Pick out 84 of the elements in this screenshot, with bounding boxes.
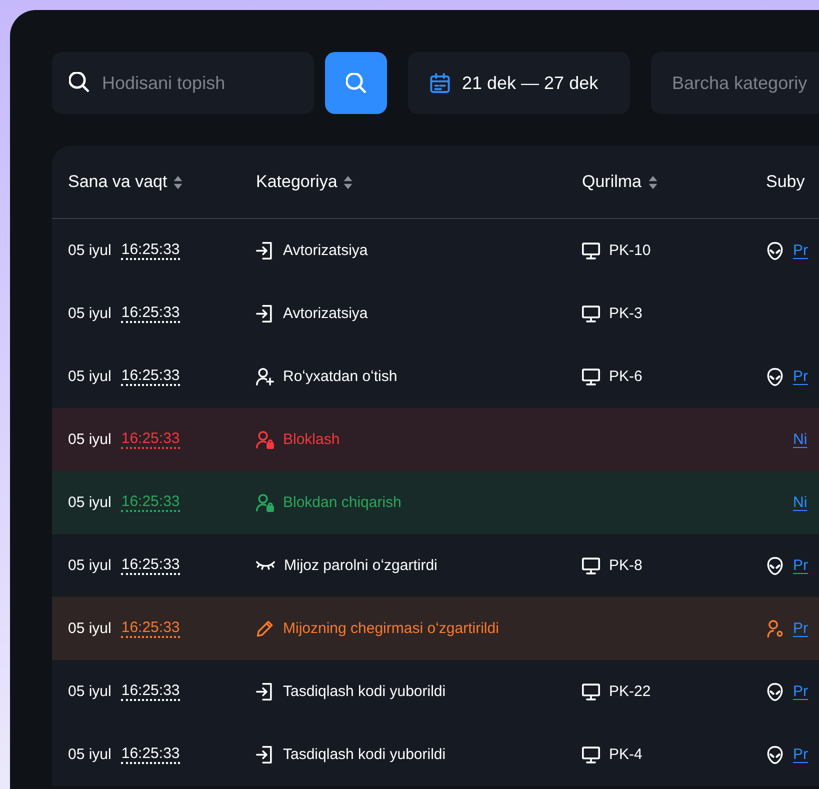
alien-icon (766, 556, 784, 574)
table-row[interactable]: 05 iyul 16:25:33 Tasdiqlash kodi yuborildi PK-4 Pr (52, 723, 819, 786)
login-icon (256, 242, 274, 260)
event-time: 16:25:33 (121, 241, 180, 260)
table-row[interactable]: 05 iyul 16:25:33 Blokdan chiqarish Ni (52, 471, 819, 534)
monitor-icon (582, 242, 600, 260)
table-row[interactable]: 05 iyul 16:25:33 Bloklash Ni (52, 408, 819, 471)
event-date: 05 iyul (68, 557, 112, 574)
event-date: 05 iyul (68, 620, 112, 637)
category-text: Mijoz parolni oʻzgartirdi (284, 557, 438, 574)
table-row[interactable]: 05 iyul 16:25:33 Mijoz parolni oʻzgartirdi PK-8 Pr (52, 534, 819, 597)
device-name: PK-3 (609, 305, 642, 322)
event-time: 16:25:33 (121, 556, 180, 575)
user-gear-icon (766, 620, 784, 638)
login-icon (256, 746, 274, 764)
subject-link[interactable]: Pr (793, 557, 808, 574)
event-time: 16:25:33 (121, 430, 180, 449)
category-text: Tasdiqlash kodi yuborildi (283, 683, 446, 700)
user-lock-icon (256, 430, 274, 448)
monitor-icon (582, 746, 600, 764)
search-field[interactable]: Hodisani topish (52, 52, 314, 114)
event-date: 05 iyul (68, 431, 112, 448)
event-time: 16:25:33 (121, 745, 180, 764)
table-row[interactable]: 05 iyul 16:25:33 Mijozning chegirmasi oʻzgartirildi Pr (52, 597, 819, 660)
table-row[interactable]: 05 iyul 16:25:33 Tasdiqlash kodi yuborildi PK-22 Pr (52, 660, 819, 723)
column-header[interactable]: Qurilma (582, 172, 642, 192)
subject-link[interactable]: Pr (793, 746, 808, 763)
subject-link[interactable]: Pr (793, 683, 808, 700)
alien-icon (766, 368, 784, 386)
user-lock-icon (256, 494, 274, 512)
subject-link[interactable]: Pr (793, 242, 808, 259)
event-date: 05 iyul (68, 494, 112, 511)
event-date: 05 iyul (68, 746, 112, 763)
sort-icon[interactable] (173, 174, 184, 190)
monitor-icon (582, 304, 600, 322)
category-text: Roʻyxatdan oʻtish (283, 368, 398, 385)
category-text: Tasdiqlash kodi yuborildi (283, 746, 446, 763)
event-time: 16:25:33 (121, 682, 180, 701)
column-header[interactable]: Kategoriya (256, 172, 338, 192)
category-text: Avtorizatsiya (283, 305, 368, 322)
search-icon (346, 73, 366, 93)
event-date: 05 iyul (68, 368, 112, 385)
category-text: Mijozning chegirmasi oʻzgartirildi (283, 620, 499, 637)
column-header[interactable]: Sana va vaqt (68, 172, 168, 192)
calendar-icon (430, 73, 450, 93)
subject-link[interactable]: Pr (793, 368, 808, 385)
search-button[interactable] (325, 52, 387, 114)
closed-eye-icon (256, 561, 275, 570)
pencil-icon (256, 620, 274, 638)
device-name: PK-22 (609, 683, 651, 700)
table-row[interactable]: 05 iyul 16:25:33 Avtorizatsiya PK-10 Pr (52, 219, 819, 282)
column-header[interactable]: Suby (766, 172, 805, 192)
alien-icon (766, 682, 784, 700)
monitor-icon (582, 556, 600, 574)
monitor-icon (582, 368, 600, 386)
category-dropdown[interactable]: Barcha kategoriy (651, 52, 819, 114)
monitor-icon (582, 682, 600, 700)
event-date: 05 iyul (68, 683, 112, 700)
device-name: PK-6 (609, 368, 642, 385)
alien-icon (766, 746, 784, 764)
category-text: Avtorizatsiya (283, 242, 368, 259)
date-range-picker[interactable]: 21 dek — 27 dek (408, 52, 630, 114)
subject-link[interactable]: Ni (793, 431, 808, 448)
device-name: PK-4 (609, 746, 642, 763)
table-row[interactable]: 05 iyul 16:25:33 Avtorizatsiya PK-3 (52, 282, 819, 345)
category-text: Blokdan chiqarish (283, 494, 402, 511)
sort-icon[interactable] (343, 174, 354, 190)
subject-link[interactable]: Ni (793, 494, 808, 511)
sort-icon[interactable] (648, 174, 658, 190)
category-text: Bloklash (283, 431, 340, 448)
event-time: 16:25:33 (121, 304, 180, 323)
event-date: 05 iyul (68, 305, 112, 322)
login-icon (256, 682, 274, 700)
event-time: 16:25:33 (121, 367, 180, 386)
user-add-icon (256, 368, 274, 386)
event-time: 16:25:33 (121, 619, 180, 638)
device-name: PK-8 (609, 557, 642, 574)
alien-icon (766, 242, 784, 260)
login-icon (256, 304, 274, 322)
event-time: 16:25:33 (121, 493, 180, 512)
device-name: PK-10 (609, 242, 651, 259)
table-row[interactable]: 05 iyul 16:25:33 Roʻyxatdan oʻtish PK-6 Pr (52, 345, 819, 408)
subject-link[interactable]: Pr (793, 620, 808, 637)
event-date: 05 iyul (68, 242, 112, 259)
